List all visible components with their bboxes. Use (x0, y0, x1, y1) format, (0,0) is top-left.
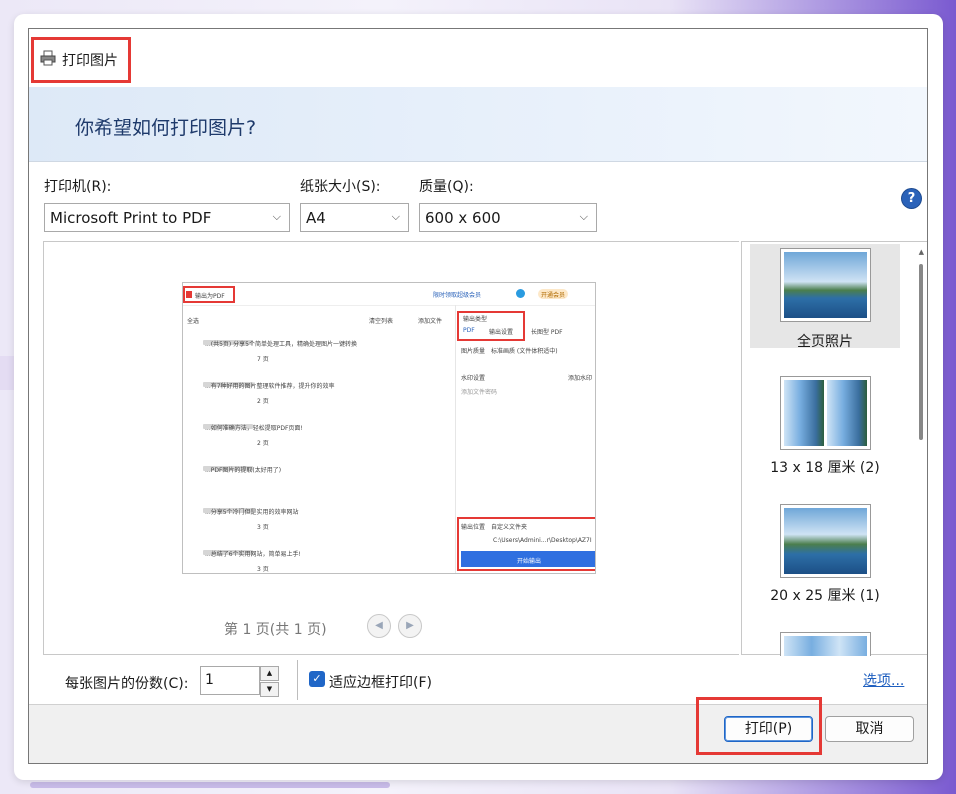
mini-row-name: ...分享5个冷门但是实用的效率网站 (205, 509, 299, 516)
divider (297, 660, 298, 700)
printer-select-value: Microsoft Print to PDF (50, 208, 212, 227)
chevron-down-icon: ⌵ (579, 210, 588, 223)
mini-row-name: ...有7种好用的图片整理软件推荐，提升你的效率 (205, 383, 335, 390)
background-taskbar-strip (30, 782, 390, 788)
copies-label: 每张图片的份数(C): (65, 676, 189, 692)
print-pictures-dialog: 打印图片 你希望如何打印图片? 打印机(R): Microsoft Print … (28, 28, 928, 764)
mini-row-pages: 2 页 (257, 398, 269, 405)
mini-radio-long: 长图型 PDF (531, 329, 563, 336)
chevron-down-icon: ⌵ (272, 210, 281, 223)
arrow-right-icon: ▶ (406, 620, 414, 631)
mini-start-label: 开始输出 (517, 558, 542, 565)
layout-13x18-label: 13 x 18 厘米 (2) (770, 460, 880, 476)
copies-input[interactable]: 1 (200, 666, 260, 695)
mini-list-item: ...分享5个冷门但是实用的效率网站 3 页 (183, 506, 453, 540)
fit-frame-checkbox[interactable]: ✓ (309, 671, 325, 687)
mini-list-item: ...PDF图片的提取(太好用了) (183, 464, 453, 498)
mini-vip: 开通会员 (541, 292, 566, 299)
mini-list-item: ...如何准确方法，轻松提取PDF页面! 2 页 (183, 422, 453, 456)
layout-partial-image (779, 632, 871, 656)
mini-output-path: C:\Users\Admini...r\Desktop\AZ7I (493, 537, 592, 544)
layout-20x25-image (779, 504, 871, 578)
mini-encrypt: 添加文件密码 (461, 389, 498, 396)
options-link[interactable]: 选项... (863, 670, 904, 690)
mini-radio-pdf: PDF (463, 327, 475, 334)
paper-size-label: 纸张大小(S): (300, 179, 381, 195)
mini-row-pages: 2 页 (257, 440, 269, 447)
quality-value: 600 x 600 (425, 208, 501, 227)
printer-icon (40, 50, 56, 70)
layout-full-page[interactable]: 全页照片 (750, 244, 900, 350)
title-bar: 打印图片 (29, 29, 927, 87)
mini-add-file: 添加文件 (418, 318, 443, 325)
mini-list-item: ...总结了6个实用网站，简单易上手! 3 页 (183, 548, 453, 573)
background-strip (0, 356, 14, 390)
mini-output-dir: 自定义文件夹 (491, 524, 528, 531)
chevron-down-icon: ⌵ (391, 210, 400, 223)
mini-banner: 限时领取超级会员 (433, 292, 482, 299)
print-settings-row: 打印机(R): Microsoft Print to PDF ⌵ 纸张大小(S)… (29, 162, 927, 240)
mini-divider (455, 305, 456, 573)
mini-avatar (516, 289, 525, 298)
mini-row-name: ...总结了6个实用网站，简单易上手! (205, 551, 301, 558)
mini-app-topbar (183, 283, 595, 306)
fit-frame-label: 适应边框打印(F) (329, 675, 432, 691)
mini-output-dir-label: 输出位置 (461, 524, 486, 531)
mini-row-pages: 7 页 (257, 356, 269, 363)
checkmark-icon: ✓ (312, 672, 322, 685)
mini-row-pages: 3 页 (257, 566, 269, 573)
mini-row-name: ...PDF图片的提取(太好用了) (205, 467, 282, 474)
decrement-button[interactable]: ▼ (260, 682, 279, 697)
previous-page-button[interactable]: ◀ (367, 614, 391, 638)
mini-page-size-val: 标准画质 (文件体积适中) (491, 348, 558, 355)
mini-row-name: ...(共5页) 分享5个简单处理工具，精确处理图片一键转换 (205, 341, 357, 348)
quality-label: 质量(Q): (419, 179, 474, 195)
page-preview-thumbnail: 输出为PDF 限时领取超级会员 开通会员 全选 清空列表 添加文件 ...(共5… (182, 282, 596, 574)
mini-watermark: 水印设置 (461, 375, 486, 382)
paper-size-value: A4 (306, 208, 326, 227)
preview-pane: 输出为PDF 限时领取超级会员 开通会员 全选 清空列表 添加文件 ...(共5… (43, 241, 739, 655)
mini-row-name: ...如何准确方法，轻松提取PDF页面! (205, 425, 303, 432)
layout-full-page-label: 全页照片 (797, 334, 853, 350)
mini-list-title: 全选 (187, 318, 200, 325)
title-highlight-box: 打印图片 (31, 37, 131, 83)
layout-full-page-image (779, 248, 871, 322)
paper-size-select[interactable]: A4 ⌵ (300, 203, 409, 232)
mini-page-size: 图片质量 (461, 348, 486, 355)
layout-20x25[interactable]: 20 x 25 厘米 (1) (750, 504, 900, 608)
mini-clear-list: 清空列表 (369, 318, 394, 325)
scrollbar-thumb[interactable] (919, 264, 923, 440)
layout-13x18[interactable]: 13 x 18 厘米 (2) (750, 376, 900, 480)
page-indicator: 第 1 页(共 1 页) (224, 622, 327, 638)
mini-output-type: 输出类型 (463, 316, 488, 323)
scroll-up-icon[interactable]: ▲ (919, 248, 924, 256)
mini-app-title: 输出为PDF (195, 293, 225, 300)
help-icon[interactable]: ? (902, 189, 921, 208)
mini-row-pages: 3 页 (257, 524, 269, 531)
layout-partial-item[interactable] (750, 632, 900, 656)
dialog-header: 你希望如何打印图片? (29, 87, 927, 162)
mini-pdf-icon (186, 291, 192, 298)
layout-20x25-label: 20 x 25 厘米 (1) (770, 588, 880, 604)
next-page-button[interactable]: ▶ (398, 614, 422, 638)
printer-select[interactable]: Microsoft Print to PDF ⌵ (44, 203, 290, 232)
layout-list: ▲ 全页照片 13 x 18 厘米 (2) 20 x 25 厘米 (1) (741, 241, 927, 656)
increment-button[interactable]: ▲ (260, 666, 279, 681)
mini-add-watermark: 添加水印 (568, 375, 593, 382)
quality-select[interactable]: 600 x 600 ⌵ (419, 203, 597, 232)
mini-list-item: ...有7种好用的图片整理软件推荐，提升你的效率 2 页 (183, 380, 453, 414)
printer-label: 打印机(R): (44, 179, 112, 195)
arrow-left-icon: ◀ (375, 620, 383, 631)
copies-stepper: ▲ ▼ (260, 666, 279, 697)
cancel-button[interactable]: 取消 (825, 716, 914, 742)
mini-list-item: ...(共5页) 分享5个简单处理工具，精确处理图片一键转换 7 页 (183, 338, 453, 372)
layout-13x18-image (779, 376, 871, 450)
dialog-title: 打印图片 (62, 53, 118, 69)
header-question: 你希望如何打印图片? (75, 117, 257, 139)
mini-output-settings: 输出设置 (489, 329, 514, 336)
print-button[interactable]: 打印(P) (724, 716, 813, 742)
